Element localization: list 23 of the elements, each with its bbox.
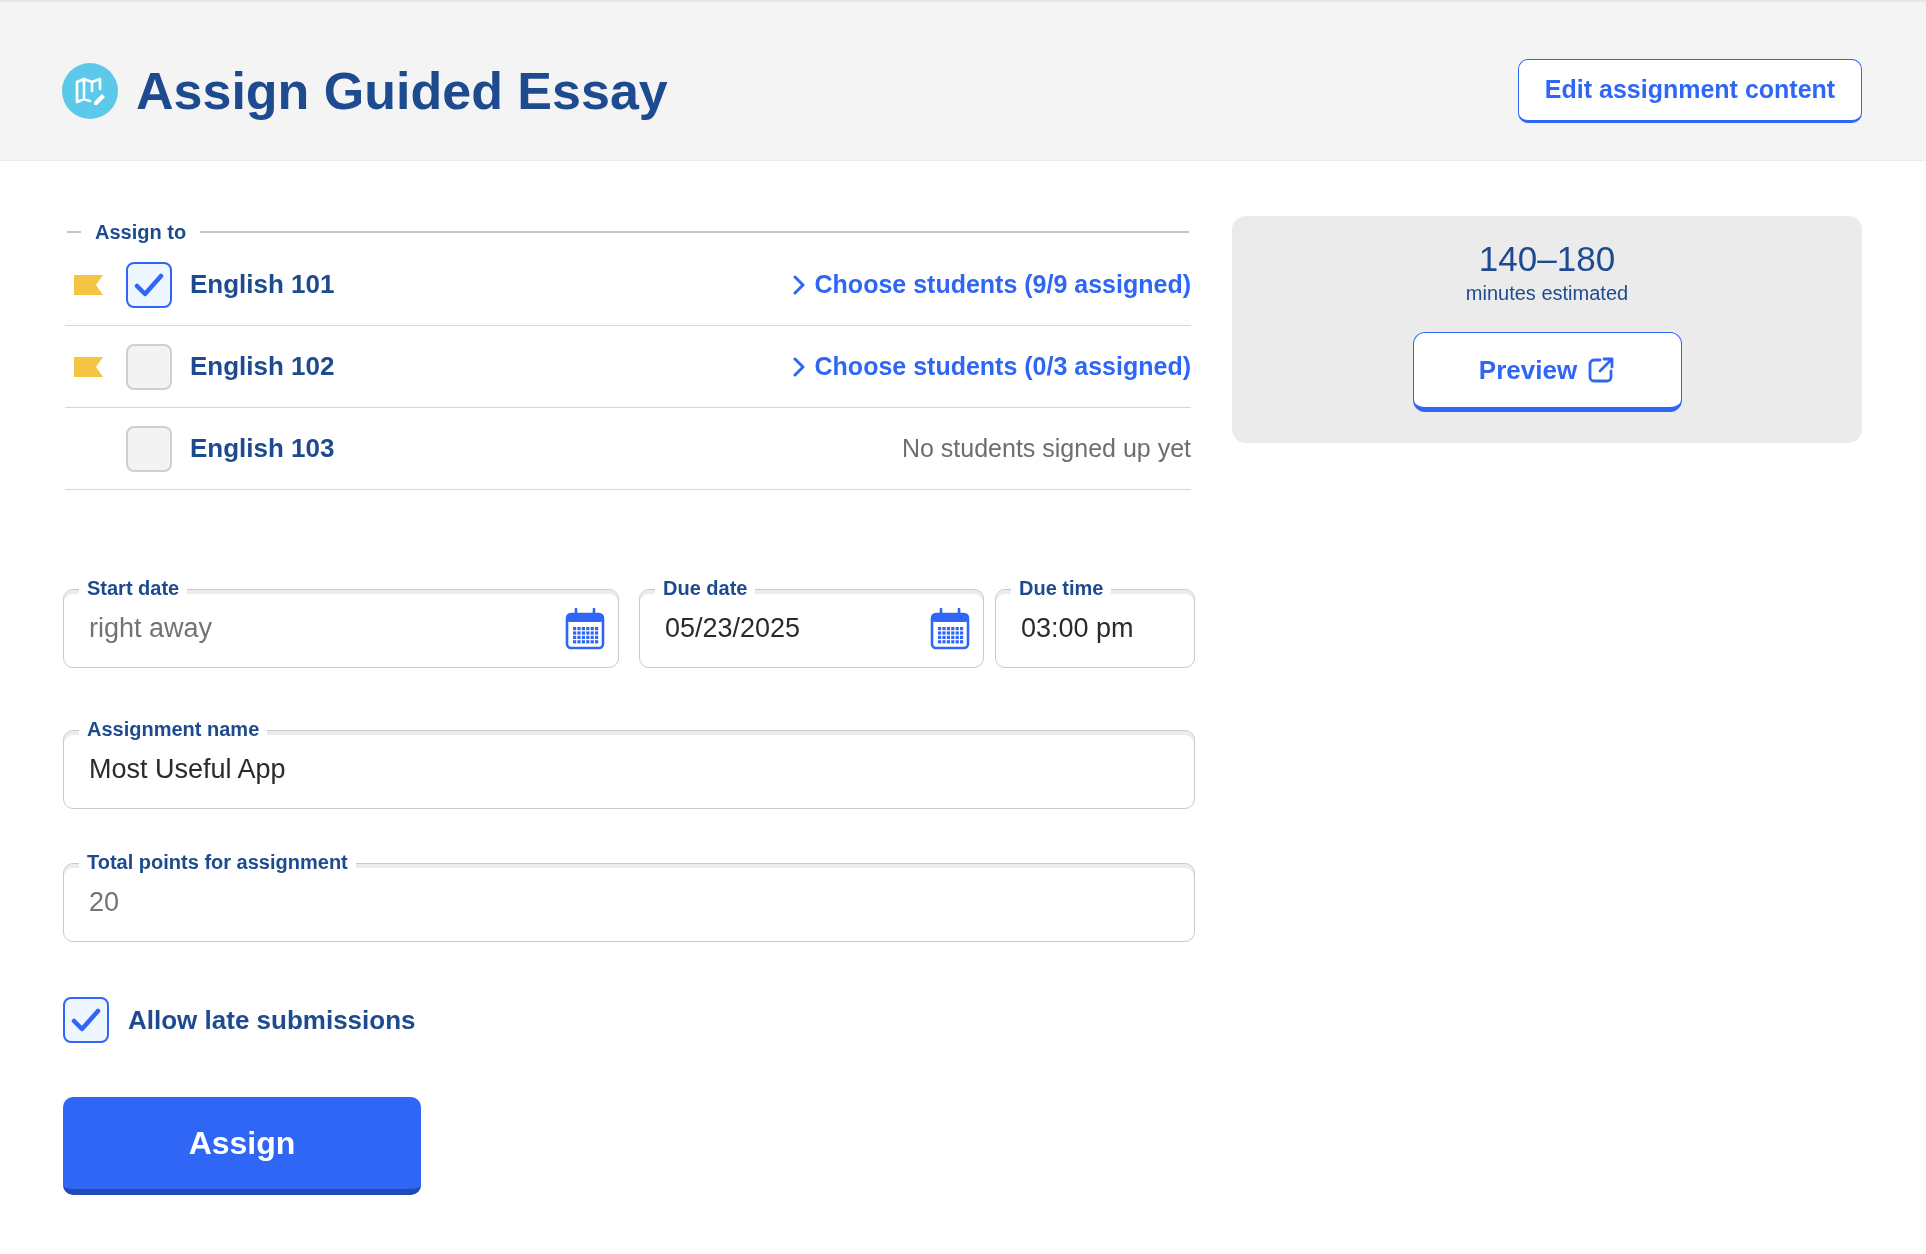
check-icon	[134, 272, 164, 297]
no-students-note: No students signed up yet	[901, 432, 1191, 464]
calendar-icon	[565, 608, 605, 650]
choose-students-link[interactable]: Choose students (9/9 assigned)	[792, 265, 1191, 304]
checkbox-label: Allow late submissions	[128, 1003, 416, 1037]
class-name: English 102	[190, 350, 335, 383]
map-pencil-icon	[62, 63, 118, 119]
edit-assignment-button[interactable]: Edit assignment content	[1518, 59, 1862, 123]
assign-button[interactable]: Assign	[63, 1097, 421, 1195]
checkbox[interactable]	[126, 261, 172, 308]
calendar-icon	[930, 608, 970, 650]
class-name: English 101	[190, 268, 335, 301]
choose-students-link[interactable]: Choose students (0/3 assigned)	[792, 347, 1191, 386]
chevron-right-icon	[792, 356, 805, 377]
checkbox[interactable]	[63, 997, 109, 1043]
check-icon	[71, 1008, 101, 1032]
chevron-right-icon	[792, 274, 805, 295]
external-link-icon	[1587, 356, 1616, 384]
time-estimate: 140–180	[1478, 238, 1616, 280]
estimate-caption: minutes estimated	[1465, 281, 1629, 306]
assign-to-legend: Assign to	[95, 217, 187, 247]
class-name: English 103	[190, 432, 335, 465]
preview-button[interactable]: Preview	[1412, 332, 1682, 412]
